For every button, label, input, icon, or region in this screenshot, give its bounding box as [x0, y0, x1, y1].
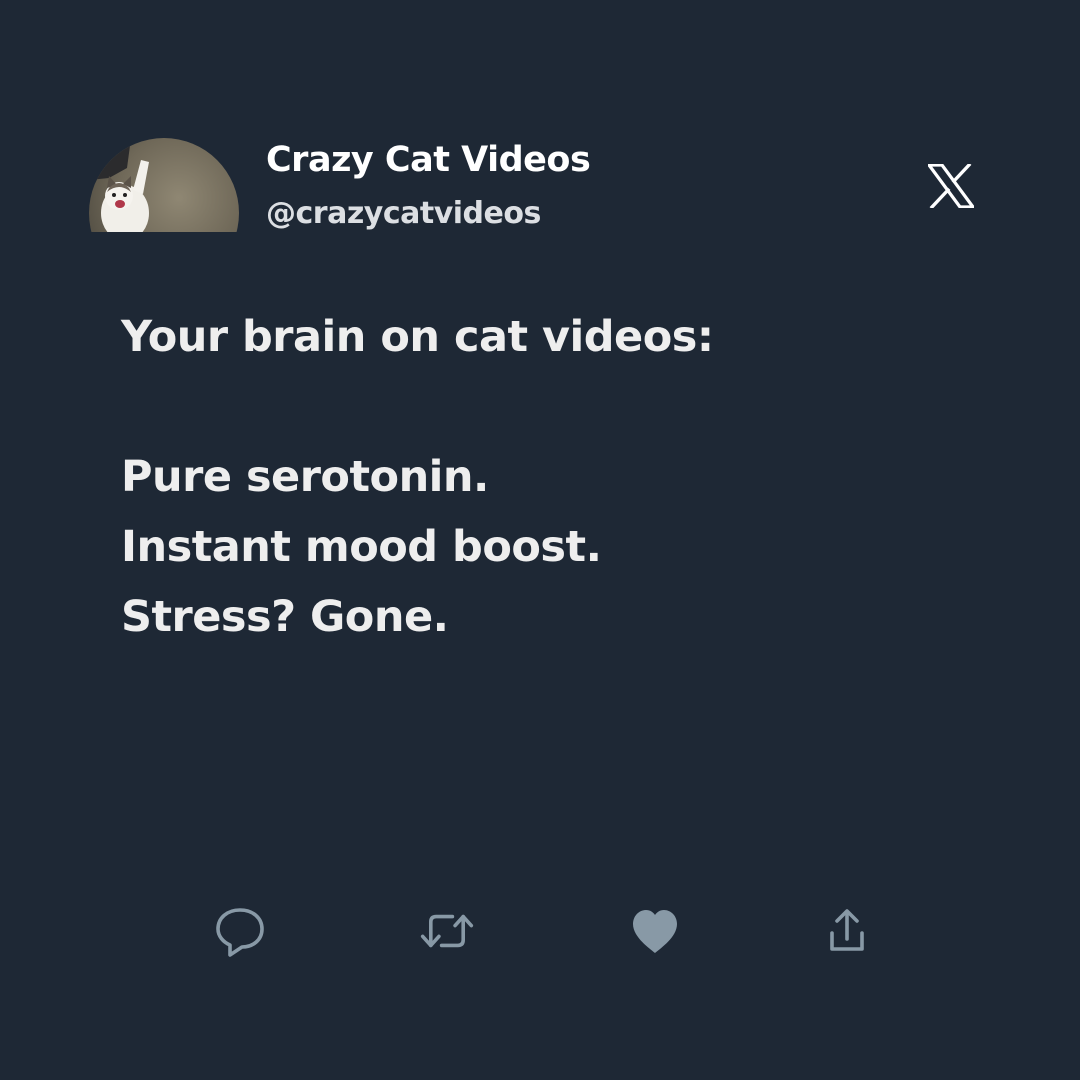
display-name[interactable]: Crazy Cat Videos	[266, 136, 591, 184]
retweet-button[interactable]	[420, 904, 474, 958]
tweet-line: Your brain on cat videos:	[121, 312, 714, 362]
like-icon	[633, 910, 677, 953]
tweet-text: Your brain on cat videos: Pure serotonin…	[121, 305, 1001, 655]
x-logo-icon	[925, 162, 977, 210]
avatar[interactable]	[89, 138, 239, 232]
tweet-line: Pure serotonin.	[121, 452, 489, 502]
reply-button[interactable]	[213, 904, 267, 958]
tweet-line: Stress? Gone.	[121, 592, 449, 642]
reply-icon	[216, 908, 264, 957]
like-button[interactable]	[628, 904, 682, 958]
retweet-icon	[420, 914, 474, 948]
tweet-line: Instant mood boost.	[121, 522, 602, 572]
share-icon	[830, 909, 864, 951]
post-card: Crazy Cat Videos @crazycatvideos Your br…	[0, 0, 1080, 1080]
share-button[interactable]	[820, 904, 874, 958]
cat-photo-icon	[89, 138, 239, 232]
user-handle[interactable]: @crazycatvideos	[266, 194, 541, 234]
